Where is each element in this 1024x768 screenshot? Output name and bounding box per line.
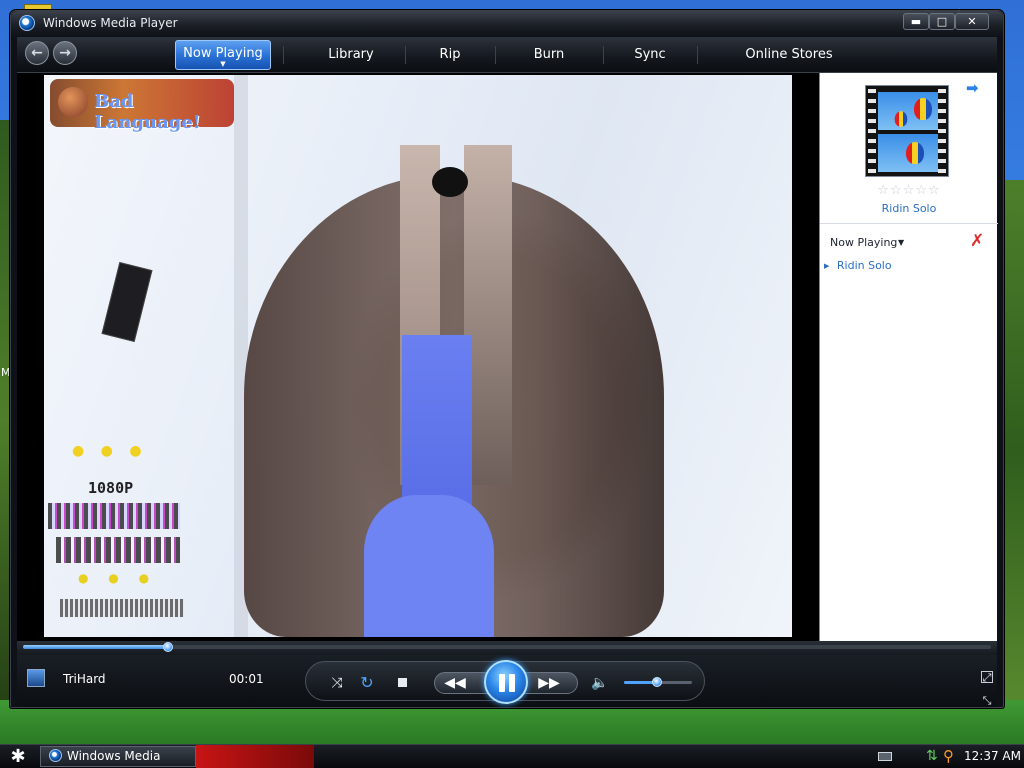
list-pane: ➡ ☆☆☆☆☆ Ridin Solo Now Playing ▼ ✗ ▶ Rid… [819,73,998,641]
back-button[interactable]: ← [25,41,49,65]
pause-bar [499,674,505,692]
badge-glitch-text [48,503,180,529]
tab-separator [283,46,284,64]
film-strip [868,86,876,176]
taskbar: ✱ Windows Media Player ⇅ ⚲ 12:37 AM [0,744,1024,768]
maximize-button[interactable]: □ [929,13,955,30]
tab-now-playing[interactable]: Now Playing ▼ [175,40,271,70]
divider [820,223,998,224]
album-art-icon[interactable] [865,85,949,177]
taskbar-accent [196,745,314,768]
arrow-right-icon[interactable]: ➡ [966,79,979,97]
minimize-button[interactable]: ▬ [903,13,929,30]
tab-sync[interactable]: Sync [603,40,697,70]
pause-bar [509,674,515,692]
clock[interactable]: 12:37 AM [964,749,1021,763]
elapsed-time[interactable]: 00:01 [229,672,264,686]
video-frame[interactable]: Bad Language! ● ● ● 1080P ● ● ● [44,75,792,637]
stop-icon[interactable] [391,672,413,694]
playlist-item[interactable]: ▶ Ridin Solo [824,259,892,272]
tab-label: Now Playing [183,46,263,61]
badge-resolution: 1080P [88,479,134,497]
seek-bar[interactable] [17,641,997,655]
navigation-bar: ← → Now Playing ▼ Library Rip Burn Sync … [17,37,997,73]
keyboard-icon[interactable] [878,752,892,761]
video-overlay-badge: ● ● ● 1080P ● ● ● [48,443,186,635]
badge-stars: ● ● ● [72,443,148,459]
previous-icon[interactable]: ◀◀ [444,672,466,694]
album-title[interactable]: Ridin Solo [820,202,998,215]
film-frame [878,134,938,172]
next-icon[interactable]: ▶▶ [538,672,560,694]
film-frame [878,92,938,130]
start-icon[interactable]: ✱ [4,747,32,767]
playback-controls: ⤨ ↻ ◀◀ ▶▶ 🔈 [305,660,705,704]
balloon-icon [906,142,924,164]
compact-mode-icon[interactable]: ⤡ [981,695,993,707]
pause-icon[interactable] [484,660,528,704]
chevron-down-icon[interactable]: ▼ [898,236,904,250]
tab-burn[interactable]: Burn [495,40,603,70]
balloon-icon [894,111,908,127]
track-name: TriHard [63,672,106,686]
seek-progress [23,645,169,649]
volume-handle[interactable] [651,677,662,687]
playlist-item-label: Ridin Solo [836,259,892,272]
clear-list-icon[interactable]: ✗ [970,231,984,251]
media-player-window: Windows Media Player ▬ □ ✕ ← → Now Playi… [10,10,1004,708]
now-playing-thumbnail-icon[interactable] [27,669,45,687]
seek-track[interactable] [23,642,991,652]
logo-ball-icon [58,87,88,117]
app-icon [49,749,62,762]
watermark-text: Bad Language! [94,91,201,133]
film-strip [938,86,946,176]
badge-dots: ● ● ● [78,571,158,585]
video-watermark-logo: Bad Language! [50,79,234,133]
play-indicator-icon: ▶ [824,262,830,270]
window-title: Windows Media Player [43,16,178,30]
video-content [364,495,494,637]
badge-glitch-caption [60,599,184,617]
tab-library[interactable]: Library [297,40,405,70]
tab-online-stores[interactable]: Online Stores [697,40,881,70]
now-playing-dropdown[interactable]: Now Playing [830,236,897,249]
title-bar[interactable]: Windows Media Player ▬ □ ✕ [11,11,1003,37]
chevron-down-icon: ▼ [220,60,226,68]
video-content [101,261,153,343]
shuffle-icon[interactable]: ⤨ [326,672,348,694]
video-content [432,167,468,197]
tab-rip[interactable]: Rip [405,40,495,70]
close-button[interactable]: ✕ [955,13,989,30]
transport-bar: TriHard 00:01 ⤨ ↻ ◀◀ ▶▶ 🔈 ⤢ ⤡ [17,655,997,707]
app-icon [19,15,35,31]
search-icon[interactable]: ⚲ [943,747,954,765]
badge-glitch-text [56,537,180,563]
repeat-icon[interactable]: ↻ [356,672,378,694]
network-icon[interactable]: ⇅ [926,748,938,764]
fullscreen-icon[interactable]: ⤢ [981,671,993,684]
rating-star-icon[interactable]: ☆☆☆☆☆ [820,183,998,198]
forward-button[interactable]: → [53,41,77,65]
volume-slider[interactable] [624,677,692,687]
seek-handle[interactable] [163,642,174,652]
balloon-icon [914,98,932,120]
taskbar-item-media-player[interactable]: Windows Media Player [40,746,196,767]
stop-shape [397,678,407,687]
volume-icon[interactable]: 🔈 [589,672,611,694]
video-area[interactable]: Bad Language! ● ● ● 1080P ● ● ● [17,73,819,641]
